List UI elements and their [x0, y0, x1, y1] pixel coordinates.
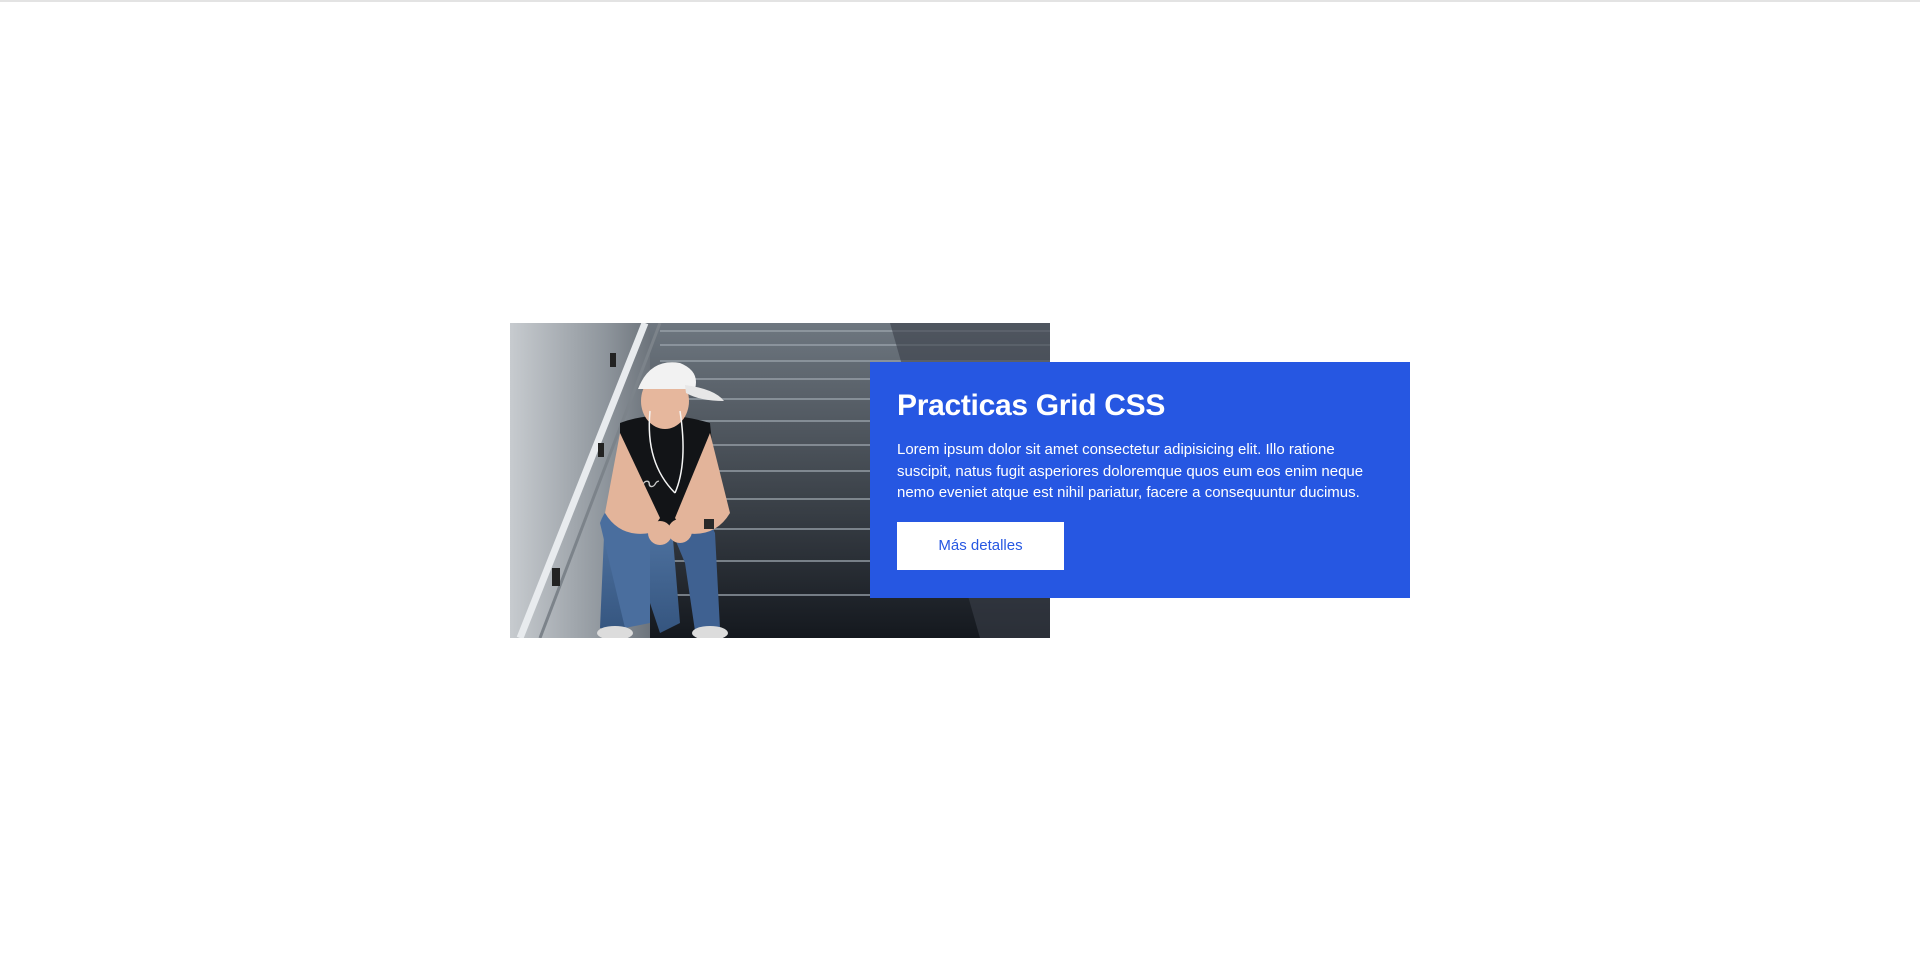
feature-card: 〰 Practicas Grid CSS Lorem ipsum dolor s [510, 323, 1410, 638]
content-panel: Practicas Grid CSS Lorem ipsum dolor sit… [870, 362, 1410, 598]
card-description: Lorem ipsum dolor sit amet consectetur a… [897, 441, 1364, 501]
top-divider [0, 0, 1920, 2]
more-details-button[interactable]: Más detalles [897, 521, 1064, 570]
card-title: Practicas Grid CSS [897, 389, 1166, 422]
